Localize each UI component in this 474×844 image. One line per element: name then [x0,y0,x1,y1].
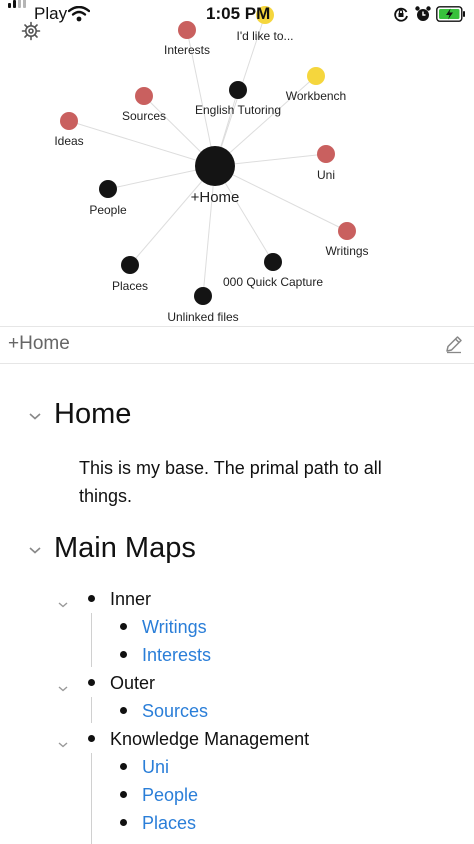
list-bullet [120,763,127,770]
graph-node-places[interactable] [121,256,139,274]
list-bullet [120,651,127,658]
link-places[interactable]: Places [142,813,196,834]
link-writings[interactable]: Writings [142,617,207,638]
link-people[interactable]: People [142,785,198,806]
list-bullet [120,791,127,798]
list-bullet [120,623,127,630]
list-item-outer: Outer [110,673,156,693]
graph-node-writings[interactable] [338,222,356,240]
graph-node-ideas[interactable] [60,112,78,130]
graph-label-writings[interactable]: Writings [325,244,368,258]
pencil-edit-icon[interactable] [444,334,464,359]
graph-node-english-tutoring[interactable] [229,81,247,99]
carrier-name: Play [34,4,68,23]
graph-label-ideas[interactable]: Ideas [54,134,83,148]
paragraph-home: This is my base. The primal path to all … [79,458,382,506]
collapse-chevron-icon[interactable] [57,680,69,698]
indent-guide [91,753,92,844]
list-item-inner: Inner [110,589,152,609]
note-title[interactable]: +Home [8,333,70,355]
heading-home: Home [54,398,132,430]
indent-guide [91,613,92,667]
collapse-chevron-icon[interactable] [57,736,69,754]
alarm-icon [414,5,432,28]
graph-label-quick-capture[interactable]: 000 Quick Capture [223,275,323,289]
wifi-icon [67,5,91,27]
graph-label-unlinked-files[interactable]: Unlinked files [167,310,238,324]
list-bullet [88,679,95,686]
graph-label-places[interactable]: Places [112,279,148,293]
collapse-chevron-icon[interactable] [28,542,42,560]
list-item-knowledge-management: Knowledge Management [110,729,310,749]
link-uni[interactable]: Uni [142,757,169,778]
link-sources[interactable]: Sources [142,701,208,722]
graph-label-english-tutoring[interactable]: English Tutoring [195,103,281,117]
list-bullet [120,819,127,826]
graph-node-sources[interactable] [135,87,153,105]
collapse-chevron-icon[interactable] [28,408,42,426]
graph-node-unlinked-files[interactable] [194,287,212,305]
note-content[interactable]: Home This is my base. The primal path to… [0,362,474,844]
graph-node-workbench[interactable] [307,67,325,85]
graph-label-id-like-to[interactable]: I'd like to... [237,29,294,43]
graph-node-quick-capture[interactable] [264,253,282,271]
heading-main-maps: Main Maps [54,532,196,564]
graph-label-people[interactable]: People [89,203,126,217]
graph-label-uni[interactable]: Uni [317,168,335,182]
graph-label-sources[interactable]: Sources [122,109,166,123]
graph-label-interests[interactable]: Interests [164,43,210,57]
battery-charging-icon [436,6,466,27]
graph-label-home[interactable]: +Home [191,189,240,206]
link-interests[interactable]: Interests [142,645,211,666]
graph-label-workbench[interactable]: Workbench [286,89,346,103]
graph-node-uni[interactable] [317,145,335,163]
list-bullet [88,595,95,602]
list-bullet [88,735,95,742]
clock-time: 1:05 PM [206,4,271,23]
graph-view[interactable]: I'd like to... Interests Workbench Engli… [0,0,474,326]
rotation-lock-icon [393,6,409,27]
graph-node-home[interactable] [195,146,235,186]
note-title-bar: +Home [0,326,474,364]
status-bar: Play 1:05 PM [0,0,474,28]
list-bullet [120,707,127,714]
graph-node-people[interactable] [99,180,117,198]
indent-guide [91,697,92,723]
collapse-chevron-icon[interactable] [57,596,69,614]
